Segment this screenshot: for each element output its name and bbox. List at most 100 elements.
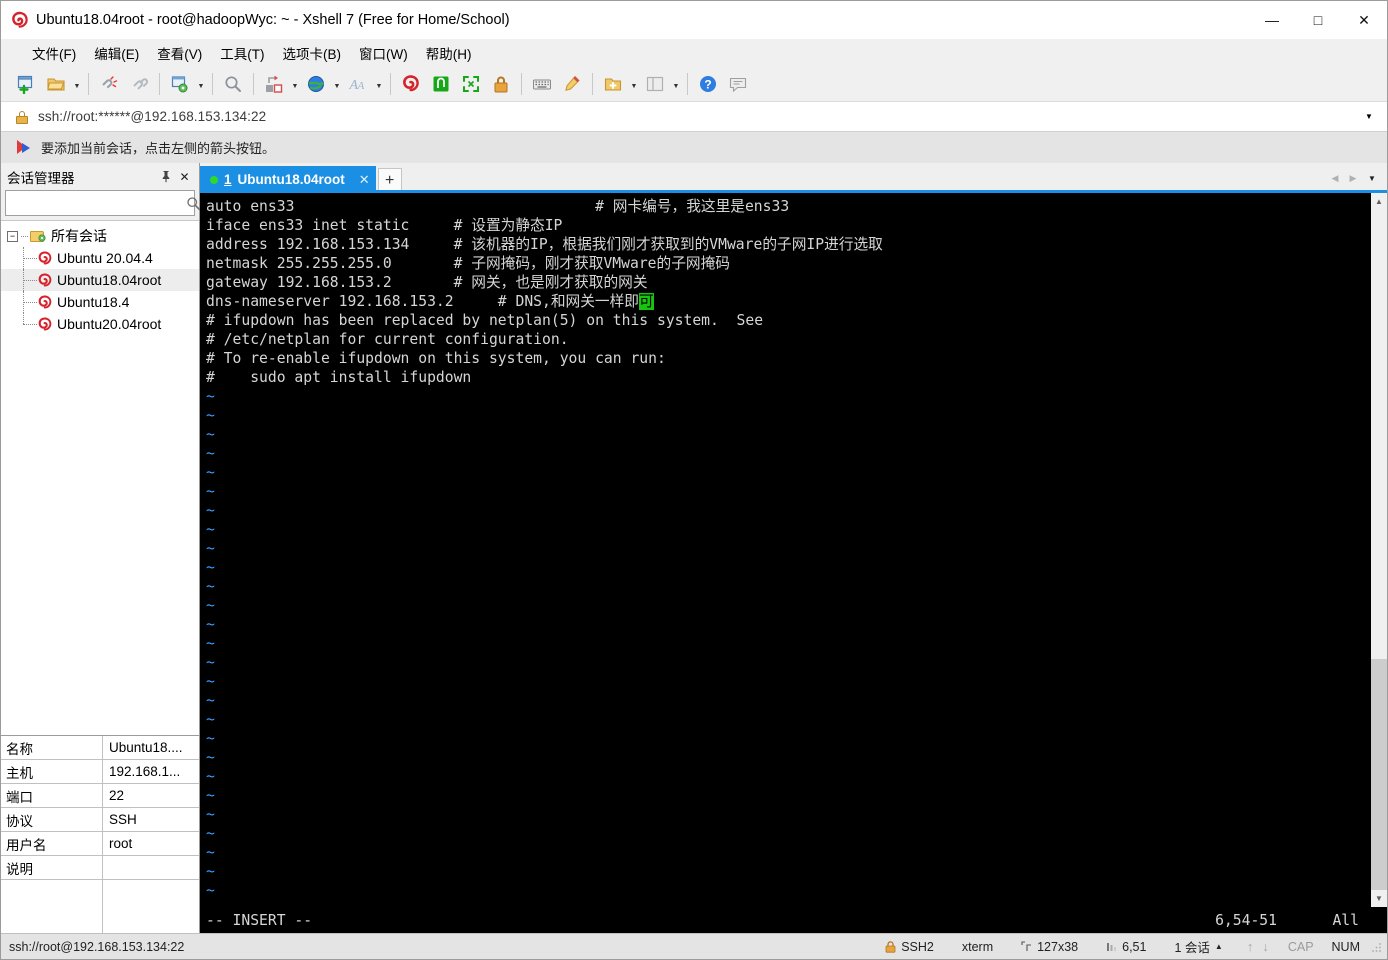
chevron-up-icon[interactable]: ▲ bbox=[1215, 942, 1223, 951]
tab-label: Ubuntu18.04root bbox=[237, 172, 345, 187]
session-icon bbox=[37, 316, 53, 332]
folder-icon bbox=[30, 229, 46, 243]
scrollbar-thumb[interactable] bbox=[1371, 658, 1387, 890]
svg-text:?: ? bbox=[704, 77, 711, 91]
layout-dropdown-icon[interactable]: ▼ bbox=[670, 69, 682, 99]
toolbar-separator bbox=[212, 72, 213, 95]
tilde-marker: ~ bbox=[206, 559, 215, 576]
globe-icon[interactable] bbox=[301, 69, 331, 99]
menu-file[interactable]: 文件(F) bbox=[23, 39, 85, 67]
terminal-empty-line-marker: ~ bbox=[206, 634, 1370, 653]
terminal-line: iface ens33 inet static # 设置为静态IP bbox=[206, 216, 1370, 235]
transfer-dropdown-icon[interactable]: ▼ bbox=[289, 69, 301, 99]
search-input[interactable] bbox=[10, 195, 186, 211]
comment-icon[interactable] bbox=[723, 69, 753, 99]
open-folder-dropdown-icon[interactable]: ▼ bbox=[71, 69, 83, 99]
scroll-up-button[interactable]: ▲ bbox=[1371, 193, 1387, 210]
xftp-icon[interactable] bbox=[426, 69, 456, 99]
tilde-marker: ~ bbox=[206, 825, 215, 842]
terminal-scrollbar[interactable]: ▲ ▼ bbox=[1370, 193, 1387, 907]
terminal-empty-line-marker: ~ bbox=[206, 786, 1370, 805]
chevron-down-icon[interactable]: ▼ bbox=[1351, 102, 1387, 132]
lock-icon bbox=[15, 110, 29, 124]
terminal-empty-line-marker: ~ bbox=[206, 672, 1370, 691]
pin-icon[interactable] bbox=[158, 169, 173, 185]
status-security: SSH2 bbox=[871, 934, 948, 960]
property-value: Ubuntu18.... bbox=[109, 740, 183, 755]
maximize-button[interactable]: □ bbox=[1295, 1, 1341, 39]
tilde-marker: ~ bbox=[206, 540, 215, 557]
terminal-empty-line-marker: ~ bbox=[206, 596, 1370, 615]
table-row: 说明 bbox=[1, 856, 199, 880]
font-dropdown-icon[interactable]: ▼ bbox=[373, 69, 385, 99]
tilde-marker: ~ bbox=[206, 673, 215, 690]
window-controls: — □ ✕ bbox=[1249, 1, 1387, 39]
status-sessions[interactable]: 1 会话 ▲ bbox=[1160, 934, 1236, 960]
help-icon[interactable]: ? bbox=[693, 69, 723, 99]
open-folder-icon[interactable] bbox=[41, 69, 71, 99]
font-icon[interactable]: A A bbox=[343, 69, 373, 99]
title-bar: Ubuntu18.04root - root@hadoopWyc: ~ - Xs… bbox=[1, 1, 1387, 39]
disconnect-icon[interactable] bbox=[94, 69, 124, 99]
search-icon[interactable] bbox=[186, 196, 201, 211]
search-box[interactable] bbox=[5, 190, 201, 216]
globe-dropdown-icon[interactable]: ▼ bbox=[331, 69, 343, 99]
menu-window[interactable]: 窗口(W) bbox=[350, 39, 417, 67]
menu-view[interactable]: 查看(V) bbox=[148, 39, 211, 67]
scroll-down-button[interactable]: ▼ bbox=[1371, 890, 1387, 907]
terminal-line: auto ens33 # 网卡编号，我这里是ens33 bbox=[206, 197, 1370, 216]
terminal-empty-line-marker: ~ bbox=[206, 406, 1370, 425]
session-item-ubuntu18-4[interactable]: Ubuntu18.4 bbox=[1, 291, 199, 313]
close-button[interactable]: ✕ bbox=[1341, 1, 1387, 39]
property-key: 端口 bbox=[1, 784, 103, 807]
session-item-ubuntu-20-04-4[interactable]: Ubuntu 20.04.4 bbox=[1, 247, 199, 269]
terminal-screen[interactable]: auto ens33 # 网卡编号，我这里是ens33 iface ens33 i… bbox=[200, 193, 1370, 907]
tilde-marker: ~ bbox=[206, 616, 215, 633]
session-properties-dropdown-icon[interactable]: ▼ bbox=[195, 69, 207, 99]
xshell-icon[interactable] bbox=[396, 69, 426, 99]
tab-next-icon[interactable]: ▶ bbox=[1345, 163, 1361, 193]
terminal-empty-line-marker: ~ bbox=[206, 881, 1370, 900]
minimize-button[interactable]: — bbox=[1249, 1, 1295, 39]
keyboard-icon[interactable] bbox=[527, 69, 557, 99]
layout-icon[interactable] bbox=[640, 69, 670, 99]
tree-root-all-sessions[interactable]: − 所有会话 bbox=[1, 225, 199, 247]
terminal-empty-line-marker: ~ bbox=[206, 463, 1370, 482]
session-properties-icon[interactable] bbox=[165, 69, 195, 99]
address-value: ssh://root:******@192.168.153.134:22 bbox=[38, 109, 267, 124]
close-icon[interactable]: ✕ bbox=[177, 169, 192, 185]
lock-icon[interactable] bbox=[486, 69, 516, 99]
resize-grip-icon[interactable] bbox=[1371, 941, 1383, 953]
tab-prev-icon[interactable]: ◀ bbox=[1327, 163, 1343, 193]
fullscreen-icon[interactable] bbox=[456, 69, 486, 99]
menu-tabs[interactable]: 选项卡(B) bbox=[274, 39, 351, 67]
tilde-marker: ~ bbox=[206, 749, 215, 766]
terminal-text: gateway 192.168.153.2 # 网关，也是刚才获取的网关 bbox=[206, 274, 648, 291]
address-bar[interactable]: ssh://root:******@192.168.153.134:22 ▼ bbox=[1, 102, 1387, 132]
tab-ubuntu18-04root[interactable]: 1 Ubuntu18.04root ✕ bbox=[200, 166, 376, 193]
new-folder-dropdown-icon[interactable]: ▼ bbox=[628, 69, 640, 99]
highlight-icon[interactable] bbox=[557, 69, 587, 99]
tree-collapse-toggle[interactable]: − bbox=[7, 230, 18, 242]
transfer-file-icon[interactable] bbox=[259, 69, 289, 99]
status-term-type: xterm bbox=[961, 939, 994, 954]
find-icon[interactable] bbox=[218, 69, 248, 99]
tab-list-dropdown-icon[interactable]: ▼ bbox=[1363, 163, 1381, 193]
terminal-empty-line-marker: ~ bbox=[206, 843, 1370, 862]
session-item-ubuntu20-04root[interactable]: Ubuntu20.04root bbox=[1, 313, 199, 335]
reconnect-icon[interactable] bbox=[124, 69, 154, 99]
toolbar-separator bbox=[88, 72, 89, 95]
menu-edit[interactable]: 编辑(E) bbox=[85, 39, 148, 67]
session-item-ubuntu18-04root[interactable]: Ubuntu18.04root bbox=[1, 269, 199, 291]
menu-tools[interactable]: 工具(T) bbox=[211, 39, 273, 67]
new-session-icon[interactable] bbox=[11, 69, 41, 99]
tilde-marker: ~ bbox=[206, 654, 215, 671]
new-folder-icon[interactable] bbox=[598, 69, 628, 99]
tilde-marker: ~ bbox=[206, 863, 215, 880]
scrollbar-track[interactable] bbox=[1371, 210, 1387, 890]
close-icon[interactable]: ✕ bbox=[359, 172, 370, 188]
terminal-empty-line-marker: ~ bbox=[206, 691, 1370, 710]
menu-help[interactable]: 帮助(H) bbox=[417, 39, 481, 67]
status-bar: ssh://root@192.168.153.134:22 SSH2 xterm bbox=[1, 933, 1387, 959]
tilde-marker: ~ bbox=[206, 426, 215, 443]
